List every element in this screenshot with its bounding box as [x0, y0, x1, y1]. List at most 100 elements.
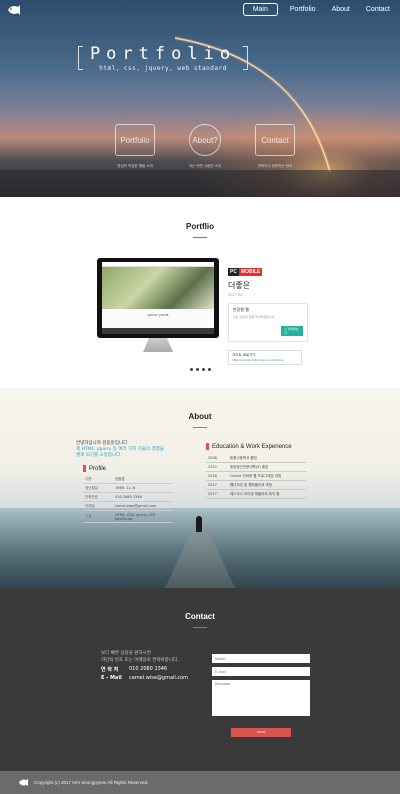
monitor-stand — [143, 338, 173, 352]
bracket-left — [78, 46, 83, 70]
profile-table: 이름 김동훈 생년월일 1989. 11. 8 전화번호 010 2080 1346 … — [83, 475, 173, 523]
footer: Copyright (c) 2017 Kim Seongpyeon All Ri… — [0, 771, 400, 794]
phone-value: 010 2080 1346 — [129, 666, 168, 672]
message-field[interactable] — [212, 680, 310, 716]
fish-logo-icon — [19, 778, 28, 787]
copyright-text: Copyright (c) 2017 Kim Seongpyeon All Ri… — [34, 780, 149, 785]
nav-item-portfolio[interactable]: Portfolio — [286, 4, 320, 15]
education-heading: Education & Work Experience — [206, 443, 306, 450]
slider-dots — [190, 368, 211, 371]
intro-line: 쌓게 되기를 소망합니다. — [76, 453, 122, 458]
fish-logo-icon[interactable] — [7, 4, 21, 16]
profile-value: 김동훈 — [113, 475, 173, 484]
profile-value: HTML, CSS, Jquery, JSP, JavaScript — [113, 510, 173, 523]
portfolio-icon: Portfolio — [115, 124, 155, 156]
email-label: E - Mail — [101, 675, 122, 681]
table-row: 전화번호 010 2080 1346 — [83, 492, 173, 502]
platform-badge: PC MOBILE — [228, 268, 263, 276]
education-table: 2008 동원고등학교 졸업 2012 동양공인전문대학(S) 졸업 2016 Ora… — [206, 454, 306, 499]
site-link-box[interactable]: 사이트 바로가기 http://camel.dothome.co.kr/jhom… — [228, 350, 302, 365]
edu-item: 에스오스 라이센 퍼블리셔 취직 중 — [228, 489, 306, 499]
hero-section: Main Portfolio About Contact Portfolio h… — [0, 0, 400, 197]
contact-text: 하단의 번호 또는 이메일로 연락바랍니다. — [101, 658, 179, 663]
person-icon: About? — [189, 124, 221, 156]
edu-item: 동양공인전문대학(S) 졸업 — [228, 462, 306, 472]
screenshot-label: ABOUT JHOME — [147, 313, 169, 317]
table-row: 2012 동양공인전문대학(S) 졸업 — [206, 462, 306, 472]
table-row: 이메일 camel.wise@gmail.com — [83, 501, 173, 511]
hero-link-portfolio[interactable]: Portfolio 명심작 작업한 웹을 소개 — [105, 124, 165, 169]
project-box-text: 모든 반응형 웹을 제작하였습니다. — [233, 315, 276, 319]
more-button[interactable]: + 자세히보기 — [281, 326, 303, 336]
profile-key: 전화번호 — [83, 492, 113, 502]
nav-item-main[interactable]: Main — [242, 3, 278, 16]
hero-link-about[interactable]: About? 저는 어떤 사람인 소개 — [175, 124, 235, 169]
email-row: E - Mail camel.wise@gmail.com — [101, 675, 201, 681]
project-date: 2017.04. — [228, 293, 244, 297]
project-box-heading: 반응형 웹 — [233, 307, 249, 312]
email-value: camel.wise@gmail.com — [129, 675, 189, 681]
monitor-mockup: ABOUT JHOME — [97, 258, 219, 338]
slider-dot[interactable] — [196, 368, 199, 371]
hero-link-caption: 명심작 작업한 웹을 소개 — [117, 164, 153, 168]
table-row: 2016 Oracle 자바와 웹 프로그래밍 과정 — [206, 471, 306, 481]
hero-icon-links: Portfolio 명심작 작업한 웹을 소개 About? 저는 어떤 사람인… — [105, 124, 305, 169]
hero-link-contact[interactable]: Contact 연락하고 방문하는 연락 — [245, 124, 305, 169]
edu-year: 2008 — [206, 454, 228, 463]
slider-dot[interactable] — [202, 368, 205, 371]
title-underline — [193, 237, 207, 238]
project-description-box: 반응형 웹 모든 반응형 웹을 제작하였습니다. + 자세히보기 — [228, 303, 308, 342]
contact-section: Contact 보다 빠른 상담을 원하시면 하단의 번호 또는 이메일로 연락… — [0, 588, 400, 771]
section-title: Portflio — [186, 222, 214, 231]
profile-key: 기술 — [83, 510, 113, 523]
edu-year: 2012 — [206, 462, 228, 472]
badge-mobile: MOBILE — [238, 268, 263, 276]
profile-key: 이름 — [83, 475, 113, 484]
profile-heading: Profile — [83, 465, 173, 472]
profile-value: camel.wise@gmail.com — [113, 501, 173, 511]
send-button[interactable]: send — [231, 728, 291, 737]
edu-year: 2017 — [206, 480, 228, 490]
edu-year: 2016 — [206, 471, 228, 481]
table-row: 2008 동원고등학교 졸업 — [206, 454, 306, 463]
name-field[interactable] — [212, 654, 310, 663]
edu-item: 동원고등학교 졸업 — [228, 454, 306, 463]
contact-text: 보다 빠른 상담을 원하시면 — [101, 651, 151, 656]
nav-item-about[interactable]: About — [328, 4, 354, 15]
bracket-right — [243, 46, 248, 70]
profile-key: 이메일 — [83, 501, 113, 511]
slider-dot[interactable] — [208, 368, 211, 371]
hero-link-caption: 연락하고 방문하는 연락 — [257, 164, 293, 168]
project-screenshot[interactable]: ABOUT JHOME — [102, 262, 214, 334]
phone-row: 연 락 처 010 2080 1346 — [101, 666, 201, 673]
person-silhouette — [196, 516, 202, 532]
slider-dot[interactable] — [190, 368, 193, 371]
top-nav: Main Portfolio About Contact — [0, 0, 400, 20]
table-row: 기술 HTML, CSS, Jquery, JSP, JavaScript — [83, 510, 173, 523]
nav-item-contact[interactable]: Contact — [362, 4, 394, 15]
edu-year: 2017 — [206, 489, 228, 499]
hero-title: Portfolio — [89, 44, 237, 64]
hero-title-box: Portfolio html, css, jquery, web standar… — [78, 44, 248, 72]
nav-menu: Main Portfolio About Contact — [242, 3, 394, 16]
site-link-url[interactable]: http://camel.dothome.co.kr/jhome — [232, 358, 298, 362]
profile-key: 생년월일 — [83, 483, 113, 493]
table-row: 이름 김동훈 — [83, 475, 173, 484]
email-field[interactable] — [212, 667, 310, 676]
portfolio-section: Portflio ABOUT JHOME PC MOBILE 더좋은 2017.… — [0, 222, 400, 388]
about-section: About 안녕하십니까 김동훈입니다 제 HTML, jquery 등 여러 … — [0, 388, 400, 588]
profile-block: Profile 이름 김동훈 생년월일 1989. 11. 8 전화번호 010 20… — [83, 465, 173, 523]
table-row: 생년월일 1989. 11. 8 — [83, 483, 173, 493]
contact-info: 보다 빠른 상담을 원하시면 하단의 번호 또는 이메일로 연락바랍니다. 연 … — [101, 650, 201, 681]
title-underline — [193, 627, 207, 628]
project-info: PC MOBILE 더좋은 2017.04. 반응형 웹 모든 반응형 웹을 제… — [228, 258, 318, 365]
screenshot-footer — [102, 328, 214, 334]
edu-item: Oracle 자바와 웹 프로그래밍 과정 — [228, 471, 306, 481]
education-block: Education & Work Experience 2008 동원고등학교 졸… — [206, 443, 306, 499]
section-title: About — [188, 412, 212, 421]
title-underline — [193, 427, 207, 428]
profile-value: 010 2080 1346 — [113, 492, 173, 502]
badge-pc: PC — [228, 268, 239, 276]
table-row: 2017 에스오스 라이센 퍼블리셔 취직 중 — [206, 489, 306, 499]
phone-label: 연 락 처 — [101, 667, 119, 673]
